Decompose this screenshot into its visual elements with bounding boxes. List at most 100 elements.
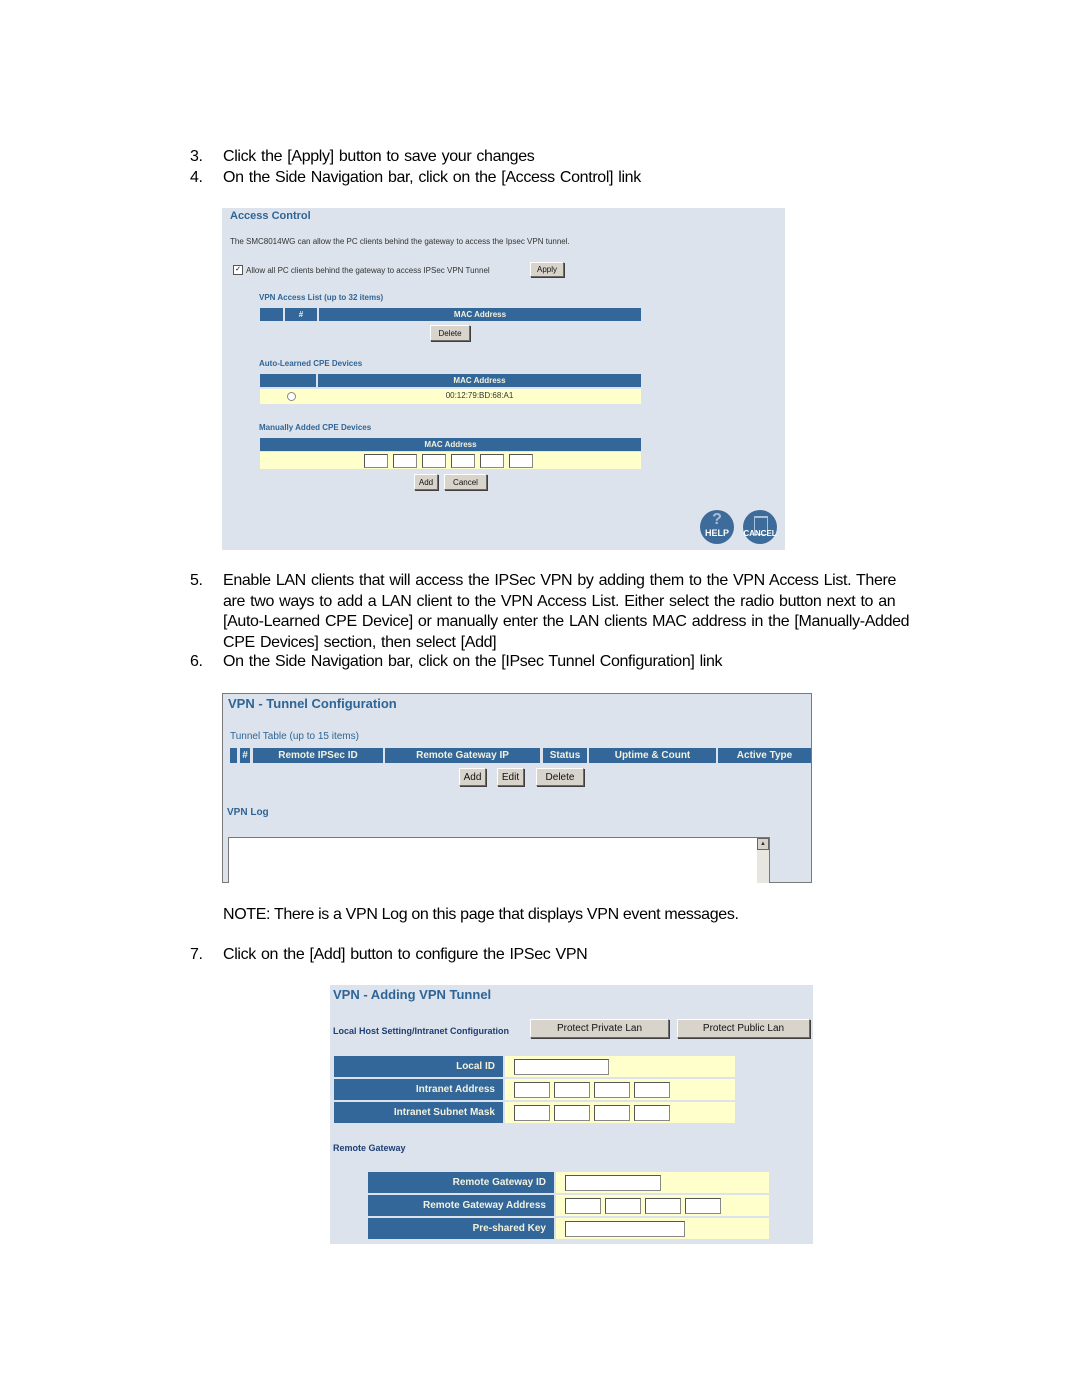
description: The SMC8014WG can allow the PC clients b…	[230, 237, 570, 246]
adding-tunnel-panel: VPN - Adding VPN Tunnel Local Host Setti…	[330, 985, 813, 1244]
field-label: Pre-shared Key	[368, 1218, 554, 1239]
mac-octet-input-1[interactable]	[364, 454, 388, 468]
field-value-cell	[556, 1195, 769, 1216]
header-cell: #	[240, 748, 252, 763]
cancel-button[interactable]: Cancel	[444, 474, 487, 490]
local-host-label: Local Host Setting/Intranet Configuratio…	[333, 1026, 509, 1036]
header-cell: #	[285, 308, 319, 321]
vpn-access-list-header: # MAC Address	[260, 308, 641, 321]
header-cell: Remote Gateway IP	[385, 748, 542, 763]
mac-octet-input-3[interactable]	[422, 454, 446, 468]
manually-added-header: MAC Address	[260, 438, 641, 451]
panel-title: VPN - Adding VPN Tunnel	[333, 987, 492, 1002]
header-cell: Remote IPSec ID	[253, 748, 385, 763]
header-cell: Active Type	[718, 748, 811, 763]
device-mac: 00:12:79:BD:68:A1	[445, 391, 514, 400]
mac-octet-input-4[interactable]	[451, 454, 475, 468]
note-text: NOTE: There is a VPN Log on this page th…	[223, 906, 739, 923]
remote-gateway-octet-1[interactable]	[565, 1198, 601, 1214]
step-number: 3.	[190, 148, 203, 165]
field-label: Local ID	[334, 1056, 503, 1077]
cancel-trash-icon[interactable]: CANCEL	[743, 510, 777, 544]
cancel-icon-label: CANCEL	[743, 529, 777, 538]
step-text: On the Side Navigation bar, click on the…	[223, 653, 723, 670]
field-label: Remote Gateway Address	[368, 1195, 554, 1216]
apply-button[interactable]: Apply	[530, 262, 564, 277]
edit-tunnel-button[interactable]: Edit	[497, 768, 524, 786]
vpn-log-textarea[interactable]	[228, 837, 770, 883]
protect-private-lan-button[interactable]: Protect Private Lan	[530, 1019, 669, 1038]
field-value-cell	[505, 1079, 735, 1100]
step-6: 6. On the Side Navigation bar, click on …	[190, 652, 723, 673]
field-label: Remote Gateway ID	[368, 1172, 554, 1193]
scroll-up-icon[interactable]: ▲	[757, 838, 769, 850]
header-cell: Status	[543, 748, 589, 763]
step-number: 6.	[190, 653, 203, 670]
tunnel-table-header: # Remote IPSec ID Remote Gateway IP Stat…	[230, 748, 811, 763]
manually-added-title: Manually Added CPE Devices	[259, 423, 372, 432]
tunnel-table-title: Tunnel Table (up to 15 items)	[230, 731, 359, 742]
auto-learned-row: 00:12:79:BD:68:A1	[260, 389, 641, 404]
vpn-access-list-title: VPN Access List (up to 32 items)	[259, 293, 384, 302]
field-value-cell	[505, 1056, 735, 1077]
intranet-address-octet-4[interactable]	[634, 1082, 670, 1098]
mac-octet-input-2[interactable]	[393, 454, 417, 468]
remote-gateway-octet-2[interactable]	[605, 1198, 641, 1214]
step-text: Enable LAN clients that will access the …	[223, 572, 910, 651]
step-4: 4. On the Side Navigation bar, click on …	[190, 168, 641, 189]
step-3: 3. Click the [Apply] button to save your…	[190, 147, 535, 168]
delete-button[interactable]: Delete	[430, 325, 470, 341]
intranet-address-octet-2[interactable]	[554, 1082, 590, 1098]
remote-gateway-octet-3[interactable]	[645, 1198, 681, 1214]
add-tunnel-button[interactable]: Add	[459, 768, 486, 786]
panel-title: VPN - Tunnel Configuration	[228, 696, 397, 711]
manually-added-row	[260, 452, 641, 469]
step-number: 5.	[190, 572, 203, 589]
header-cell	[260, 374, 318, 387]
field-value-cell	[556, 1218, 769, 1239]
header-cell	[260, 308, 285, 321]
header-cell: MAC Address	[319, 308, 641, 321]
intranet-subnet-octet-2[interactable]	[554, 1105, 590, 1121]
access-control-panel: Access Control The SMC8014WG can allow t…	[222, 208, 785, 550]
help-label: HELP	[704, 528, 729, 538]
auto-learned-header: MAC Address	[260, 374, 641, 387]
device-radio[interactable]	[287, 392, 296, 401]
vpn-log-title: VPN Log	[227, 807, 269, 818]
intranet-address-octet-1[interactable]	[514, 1082, 550, 1098]
step-text: Click the [Apply] button to save your ch…	[223, 148, 535, 165]
intranet-subnet-octet-4[interactable]	[634, 1105, 670, 1121]
step-5: 5. Enable LAN clients that will access t…	[190, 571, 920, 653]
delete-tunnel-button[interactable]: Delete	[536, 768, 584, 786]
mac-octet-input-5[interactable]	[480, 454, 504, 468]
remote-gateway-id-input[interactable]	[565, 1175, 661, 1191]
tunnel-config-panel: VPN - Tunnel Configuration Tunnel Table …	[222, 693, 812, 883]
intranet-subnet-octet-1[interactable]	[514, 1105, 550, 1121]
header-cell	[230, 748, 239, 763]
step-7: 7. Click on the [Add] button to configur…	[190, 945, 588, 966]
remote-gateway-octet-4[interactable]	[685, 1198, 721, 1214]
step-text: Click on the [Add] button to configure t…	[223, 946, 588, 963]
panel-title: Access Control	[230, 210, 311, 222]
add-button[interactable]: Add	[414, 474, 438, 490]
auto-learned-title: Auto-Learned CPE Devices	[259, 359, 363, 368]
intranet-address-octet-3[interactable]	[594, 1082, 630, 1098]
mac-octet-input-6[interactable]	[509, 454, 533, 468]
intranet-subnet-octet-3[interactable]	[594, 1105, 630, 1121]
field-value-cell	[505, 1102, 735, 1123]
local-id-input[interactable]	[514, 1059, 609, 1075]
step-number: 7.	[190, 946, 203, 963]
help-icon[interactable]: ? HELP	[700, 510, 734, 544]
header-cell: MAC Address	[318, 374, 641, 387]
pre-shared-key-input[interactable]	[565, 1221, 685, 1237]
vpn-log-scrollbar[interactable]: ▲	[757, 838, 769, 883]
allow-checkbox-label: Allow all PC clients behind the gateway …	[246, 266, 490, 275]
protect-public-lan-button[interactable]: Protect Public Lan	[677, 1019, 810, 1038]
header-cell: Uptime & Count	[589, 748, 718, 763]
field-label: Intranet Address	[334, 1079, 503, 1100]
remote-gateway-label: Remote Gateway	[333, 1143, 406, 1153]
field-label: Intranet Subnet Mask	[334, 1102, 503, 1123]
allow-checkbox[interactable]: ✓	[233, 265, 243, 275]
field-value-cell	[556, 1172, 769, 1193]
step-text: On the Side Navigation bar, click on the…	[223, 169, 641, 186]
